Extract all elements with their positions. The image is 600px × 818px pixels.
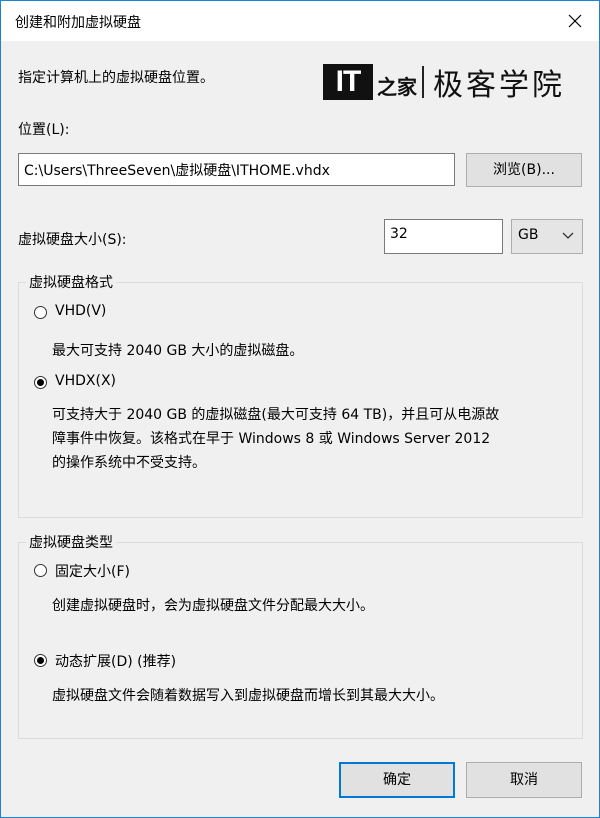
size-unit-select[interactable]: GB	[511, 219, 583, 254]
vhdx-description-line: 障事件中恢复。该格式在早于 Windows 8 或 Windows Server…	[52, 431, 491, 447]
size-unit-value: GB	[518, 227, 539, 243]
logo-separator	[422, 66, 424, 98]
format-group-legend: 虚拟硬盘格式	[26, 272, 116, 292]
dynamic-description: 虚拟硬盘文件会随着数据写入到虚拟硬盘而增长到其最大大小。	[52, 688, 444, 704]
size-label: 虚拟硬盘大小(S):	[18, 232, 127, 248]
dynamic-radio-label[interactable]: 动态扩展(D) (推荐)	[55, 651, 176, 671]
title-bar[interactable]: 创建和附加虚拟硬盘	[1, 1, 599, 41]
dynamic-radio[interactable]	[34, 654, 47, 667]
radio-selected-dot	[37, 657, 44, 664]
instruction-text: 指定计算机上的虚拟硬盘位置。	[18, 70, 214, 86]
vhd-description: 最大可支持 2040 GB 大小的虚拟磁盘。	[52, 343, 304, 359]
location-input[interactable]: C:\Users\ThreeSeven\虚拟硬盘\ITHOME.vhdx	[18, 153, 455, 186]
cancel-button[interactable]: 取消	[466, 762, 582, 798]
size-input-value: 32	[390, 226, 408, 242]
type-group-legend: 虚拟硬盘类型	[26, 532, 116, 552]
vhdx-radio-label[interactable]: VHDX(X)	[55, 373, 116, 389]
location-label: 位置(L):	[18, 122, 70, 138]
ok-button[interactable]: 确定	[339, 762, 455, 798]
chevron-down-icon	[562, 232, 574, 239]
close-icon	[568, 14, 582, 28]
create-vhd-dialog: 创建和附加虚拟硬盘 指定计算机上的虚拟硬盘位置。 IT 之家 极客学院 位置(L…	[0, 0, 600, 818]
dialog-title: 创建和附加虚拟硬盘	[15, 15, 141, 31]
location-input-value: C:\Users\ThreeSeven\虚拟硬盘\ITHOME.vhdx	[24, 163, 330, 179]
vhd-radio[interactable]	[34, 306, 47, 319]
fixed-size-radio-label[interactable]: 固定大小(F)	[55, 561, 130, 581]
logo-brand-text: 极客学院	[433, 68, 565, 103]
radio-selected-dot	[37, 379, 44, 386]
logo-it-mark: IT	[323, 64, 373, 100]
fixed-size-description: 创建虚拟硬盘时，会为虚拟硬盘文件分配最大大小。	[52, 598, 374, 614]
vhdx-description: 可支持大于 2040 GB 的虚拟磁盘(最大可支持 64 TB)，并且可从电源故…	[52, 403, 499, 475]
fixed-size-radio[interactable]	[34, 564, 47, 577]
watermark-logo: IT 之家 极客学院	[323, 63, 585, 103]
vhdx-description-line: 的操作系统中不受支持。	[52, 455, 206, 471]
vhd-radio-label[interactable]: VHD(V)	[55, 303, 106, 319]
browse-button[interactable]: 浏览(B)...	[466, 153, 582, 187]
logo-glyph: 之家	[377, 75, 417, 99]
vhdx-radio[interactable]	[34, 376, 47, 389]
size-input[interactable]: 32	[384, 219, 503, 254]
vhdx-description-line: 可支持大于 2040 GB 的虚拟磁盘(最大可支持 64 TB)，并且可从电源故	[52, 407, 500, 423]
close-button[interactable]	[561, 7, 589, 35]
